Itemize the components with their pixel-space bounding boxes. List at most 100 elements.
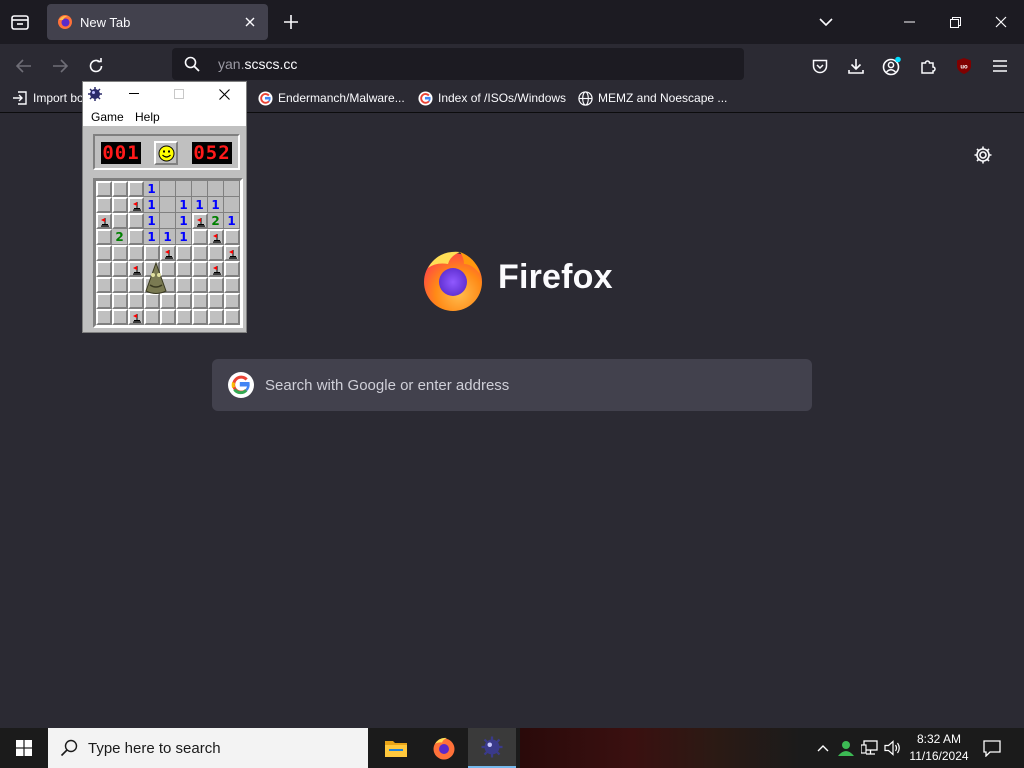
minimize-window-button[interactable]: [886, 0, 932, 44]
mine-cell-unopened[interactable]: [96, 309, 112, 325]
mine-cell-unopened[interactable]: [112, 309, 128, 325]
mine-cell-unopened[interactable]: [192, 277, 208, 293]
new-tab-button[interactable]: [279, 10, 303, 34]
minesweeper-maximize-button[interactable]: [164, 82, 194, 106]
mine-cell-empty[interactable]: [224, 197, 240, 213]
tray-network-button[interactable]: [860, 738, 880, 758]
mine-cell-unopened[interactable]: [208, 293, 224, 309]
mine-cell-empty[interactable]: [160, 213, 176, 229]
minesweeper-window[interactable]: Game Help 001 052 1111111212111: [82, 81, 247, 333]
ublock-origin-button[interactable]: uo: [950, 52, 978, 80]
mine-cell-unopened[interactable]: [176, 293, 192, 309]
mine-cell-empty[interactable]: [192, 181, 208, 197]
minesweeper-minimize-button[interactable]: [119, 82, 149, 106]
mine-cell-unopened[interactable]: [208, 277, 224, 293]
mine-cell-unopened[interactable]: [192, 293, 208, 309]
close-window-button[interactable]: [978, 0, 1024, 44]
tray-people-button[interactable]: [836, 738, 856, 758]
mine-cell-unopened[interactable]: [208, 245, 224, 261]
mine-cell-unopened[interactable]: [224, 229, 240, 245]
mine-cell-flagged[interactable]: [208, 229, 224, 245]
customize-button[interactable]: [972, 144, 994, 166]
mine-cell-empty[interactable]: [160, 181, 176, 197]
show-hidden-icons-button[interactable]: [813, 738, 833, 758]
mine-cell-unopened[interactable]: [128, 245, 144, 261]
action-center-button[interactable]: [976, 728, 1008, 768]
back-button[interactable]: [10, 52, 38, 80]
mine-cell-unopened[interactable]: [96, 277, 112, 293]
reload-button[interactable]: [82, 52, 110, 80]
mine-cell-flagged[interactable]: [96, 213, 112, 229]
mine-cell-unopened[interactable]: [224, 309, 240, 325]
extensions-button[interactable]: [914, 52, 942, 80]
pocket-button[interactable]: [806, 52, 834, 80]
tab-close-button[interactable]: [238, 10, 262, 34]
taskbar-clock[interactable]: 8:32 AM 11/16/2024: [902, 731, 976, 765]
mine-cell-unopened[interactable]: [192, 261, 208, 277]
mine-cell-flagged[interactable]: [160, 245, 176, 261]
mine-cell-empty[interactable]: [224, 181, 240, 197]
menu-help[interactable]: Help: [135, 110, 160, 124]
mine-cell-unopened[interactable]: [176, 277, 192, 293]
mine-cell-unopened[interactable]: [192, 245, 208, 261]
mine-cell-empty[interactable]: [160, 197, 176, 213]
bookmark-endermanch[interactable]: Endermanch/Malware...: [257, 88, 405, 108]
mine-cell-unopened[interactable]: [224, 261, 240, 277]
mine-cell-unopened[interactable]: [112, 181, 128, 197]
minesweeper-titlebar[interactable]: [83, 82, 246, 106]
bookmark-index-isos[interactable]: Index of /ISOs/Windows: [417, 88, 566, 108]
mine-cell-unopened[interactable]: [96, 261, 112, 277]
downloads-button[interactable]: [842, 52, 870, 80]
taskbar-file-explorer[interactable]: [372, 728, 420, 768]
list-all-tabs-button[interactable]: [814, 10, 838, 34]
restore-window-button[interactable]: [932, 0, 978, 44]
new-game-smiley-button[interactable]: [154, 141, 178, 165]
mine-cell-unopened[interactable]: [144, 245, 160, 261]
mine-cell-unopened[interactable]: [192, 229, 208, 245]
mine-cell-unopened[interactable]: [224, 277, 240, 293]
mine-cell-unopened[interactable]: [96, 229, 112, 245]
tray-volume-button[interactable]: [883, 738, 903, 758]
mine-cell-unopened[interactable]: [112, 197, 128, 213]
mine-cell-unopened[interactable]: [224, 293, 240, 309]
mine-cell-unopened[interactable]: [128, 181, 144, 197]
address-bar[interactable]: yan.scscs.cc: [172, 48, 744, 80]
mine-cell-unopened[interactable]: [96, 181, 112, 197]
mine-cell-flagged[interactable]: [224, 245, 240, 261]
mine-cell-unopened[interactable]: [208, 309, 224, 325]
mine-cell-unopened[interactable]: [160, 309, 176, 325]
mine-cell-unopened[interactable]: [176, 245, 192, 261]
mine-cell-flagged[interactable]: [192, 213, 208, 229]
menu-game[interactable]: Game: [91, 110, 124, 124]
firefox-view-button[interactable]: [6, 8, 34, 36]
mine-cell-unopened[interactable]: [144, 309, 160, 325]
mine-cell-unopened[interactable]: [96, 293, 112, 309]
mine-cell-flagged[interactable]: [128, 309, 144, 325]
mine-cell-unopened[interactable]: [176, 309, 192, 325]
mine-cell-flagged[interactable]: [208, 261, 224, 277]
mine-cell-unopened[interactable]: [192, 309, 208, 325]
minesweeper-close-button[interactable]: [209, 82, 239, 106]
mine-cell-unopened[interactable]: [112, 245, 128, 261]
start-button[interactable]: [0, 728, 48, 768]
taskbar-minesweeper[interactable]: [468, 728, 516, 768]
taskbar-search-box[interactable]: Type here to search: [48, 728, 368, 768]
newtab-search-box[interactable]: Search with Google or enter address: [212, 359, 812, 411]
mine-cell-empty[interactable]: [176, 181, 192, 197]
mine-cell-unopened[interactable]: [96, 197, 112, 213]
mine-cell-unopened[interactable]: [112, 213, 128, 229]
taskbar-firefox[interactable]: [420, 728, 468, 768]
app-menu-button[interactable]: [986, 52, 1014, 80]
url-text[interactable]: yan.scscs.cc: [218, 56, 297, 72]
mine-cell-empty[interactable]: [208, 181, 224, 197]
mine-cell-unopened[interactable]: [128, 229, 144, 245]
mine-cell-unopened[interactable]: [112, 293, 128, 309]
account-button[interactable]: [878, 52, 906, 80]
mine-cell-flagged[interactable]: [128, 197, 144, 213]
tab-new-tab[interactable]: New Tab: [47, 4, 268, 40]
mine-cell-unopened[interactable]: [96, 245, 112, 261]
mine-cell-unopened[interactable]: [112, 261, 128, 277]
mine-cell-unopened[interactable]: [128, 213, 144, 229]
mine-cell-unopened[interactable]: [176, 261, 192, 277]
forward-button[interactable]: [46, 52, 74, 80]
